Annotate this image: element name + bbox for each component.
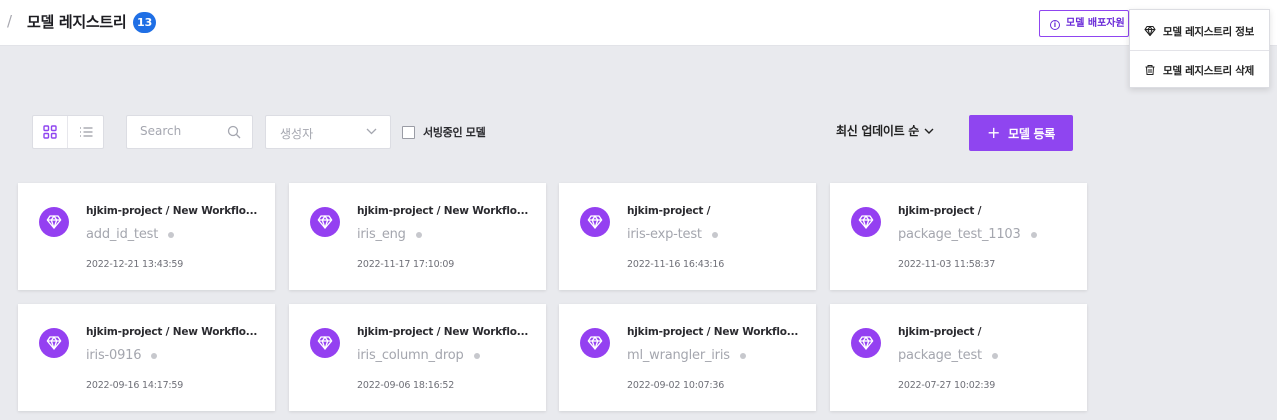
- diamond-icon: [587, 336, 603, 350]
- grid-view-button[interactable]: [33, 116, 69, 148]
- list-view-icon: [79, 127, 92, 137]
- model-updated-date: 2022-11-17 17:10:09: [357, 259, 455, 270]
- model-project-path: hjkim-project / New Workflo...: [86, 205, 258, 217]
- model-avatar: [39, 207, 69, 237]
- model-card[interactable]: hjkim-project / New Workflo... add_id_tes…: [18, 183, 275, 290]
- model-name-row: add_id_test: [86, 227, 175, 242]
- model-count-badge: 13: [133, 12, 157, 33]
- serving-filter[interactable]: 서빙중인 모델: [402, 124, 486, 140]
- model-name: iris-exp-test: [627, 227, 702, 242]
- model-name-row: package_test_1103: [898, 227, 1037, 242]
- status-dot: [991, 352, 998, 359]
- model-avatar: [851, 328, 881, 358]
- list-view-button[interactable]: [68, 116, 103, 148]
- status-dot: [151, 352, 158, 359]
- model-project-path: hjkim-project / New Workflo...: [357, 205, 529, 217]
- model-avatar: [851, 207, 881, 237]
- diamond-icon: [46, 215, 62, 229]
- model-name: add_id_test: [86, 227, 159, 242]
- model-name: package_test_1103: [898, 227, 1021, 242]
- page-title: 모델 레지스트리: [27, 13, 127, 31]
- model-updated-date: 2022-11-03 11:58:37: [898, 259, 996, 270]
- status-dot: [1030, 231, 1037, 238]
- search-box: [126, 115, 253, 149]
- search-input[interactable]: [140, 124, 220, 138]
- model-project-path: hjkim-project / New Workflo...: [627, 326, 799, 338]
- sort-label: 최신 업데이트 순: [836, 124, 919, 138]
- model-name-row: iris-0916: [86, 348, 158, 363]
- deploy-resource-label: 모델 배포자원: [1066, 18, 1125, 29]
- model-updated-date: 2022-09-06 18:16:52: [357, 380, 455, 391]
- model-name-row: iris_eng: [357, 227, 422, 242]
- info-icon: i: [1050, 20, 1060, 30]
- diamond-icon: [858, 336, 874, 350]
- model-updated-date: 2022-09-16 14:17:59: [86, 380, 184, 391]
- model-card[interactable]: hjkim-project / New Workflo... iris-0916 2…: [18, 304, 275, 411]
- search-icon[interactable]: [227, 125, 241, 139]
- model-name: ml_wrangler_iris: [627, 348, 730, 363]
- register-model-label: 모델 등록: [1008, 126, 1055, 141]
- status-dot: [168, 231, 175, 238]
- model-name-row: iris-exp-test: [627, 227, 718, 242]
- diamond-icon: [46, 336, 62, 350]
- sort-dropdown[interactable]: 최신 업데이트 순: [836, 122, 934, 139]
- menu-item-registry-info[interactable]: 모델 레지스트리 정보: [1130, 12, 1269, 50]
- chevron-down-icon: [366, 128, 377, 135]
- model-avatar: [310, 328, 340, 358]
- serving-filter-label: 서빙중인 모델: [423, 126, 486, 139]
- menu-item-registry-delete[interactable]: 모델 레지스트리 삭제: [1130, 51, 1269, 89]
- status-dot: [711, 231, 718, 238]
- creator-select[interactable]: 생성자: [265, 115, 391, 149]
- diamond-icon: [1144, 25, 1156, 37]
- register-model-button[interactable]: + 모델 등록: [969, 115, 1073, 151]
- model-avatar: [580, 328, 610, 358]
- diamond-icon: [587, 215, 603, 229]
- model-card[interactable]: hjkim-project / New Workflo... iris_eng 20…: [289, 183, 546, 290]
- page-header: / 모델 레지스트리 13 i 모델 배포자원: [0, 0, 1277, 46]
- creator-placeholder: 생성자: [280, 127, 314, 141]
- breadcrumb-separator: /: [7, 12, 13, 30]
- trash-icon: [1145, 65, 1155, 75]
- model-card[interactable]: hjkim-project / package_test 2022-07-27 10…: [830, 304, 1087, 411]
- model-updated-date: 2022-12-21 13:43:59: [86, 259, 184, 270]
- model-name-row: package_test: [898, 348, 998, 363]
- model-name: iris_column_drop: [357, 348, 464, 363]
- diamond-icon: [858, 215, 874, 229]
- model-avatar: [310, 207, 340, 237]
- model-updated-date: 2022-11-16 16:43:16: [627, 259, 725, 270]
- model-card[interactable]: hjkim-project / New Workflo... ml_wrangle…: [559, 304, 816, 411]
- diamond-icon: [317, 215, 333, 229]
- model-name: package_test: [898, 348, 982, 363]
- view-toggle: [32, 115, 104, 149]
- model-card[interactable]: hjkim-project / package_test_1103 2022-11-…: [830, 183, 1087, 290]
- model-name: iris_eng: [357, 227, 406, 242]
- menu-item-label: 모델 레지스트리 삭제: [1163, 64, 1254, 77]
- model-project-path: hjkim-project /: [898, 205, 982, 217]
- menu-item-label: 모델 레지스트리 정보: [1163, 25, 1254, 38]
- model-card[interactable]: hjkim-project / iris-exp-test 2022-11-16 1…: [559, 183, 816, 290]
- plus-icon: +: [987, 123, 1001, 142]
- chevron-down-icon: [924, 128, 934, 134]
- diamond-icon: [317, 336, 333, 350]
- model-updated-date: 2022-09-02 10:07:36: [627, 380, 725, 391]
- model-project-path: hjkim-project /: [898, 326, 982, 338]
- registry-actions-menu: 모델 레지스트리 정보 모델 레지스트리 삭제: [1129, 9, 1270, 88]
- model-project-path: hjkim-project / New Workflo...: [357, 326, 529, 338]
- serving-filter-checkbox[interactable]: [402, 125, 415, 139]
- model-name-row: ml_wrangler_iris: [627, 348, 746, 363]
- model-name: iris-0916: [86, 348, 142, 363]
- model-avatar: [580, 207, 610, 237]
- model-project-path: hjkim-project /: [627, 205, 711, 217]
- model-avatar: [39, 328, 69, 358]
- status-dot: [739, 352, 746, 359]
- model-updated-date: 2022-07-27 10:02:39: [898, 380, 996, 391]
- model-project-path: hjkim-project / New Workflo...: [86, 326, 258, 338]
- grid-view-icon: [43, 125, 57, 139]
- model-card[interactable]: hjkim-project / New Workflo... iris_colum…: [289, 304, 546, 411]
- status-dot: [473, 352, 480, 359]
- deploy-resource-button[interactable]: i 모델 배포자원: [1039, 10, 1129, 37]
- model-name-row: iris_column_drop: [357, 348, 480, 363]
- status-dot: [415, 231, 422, 238]
